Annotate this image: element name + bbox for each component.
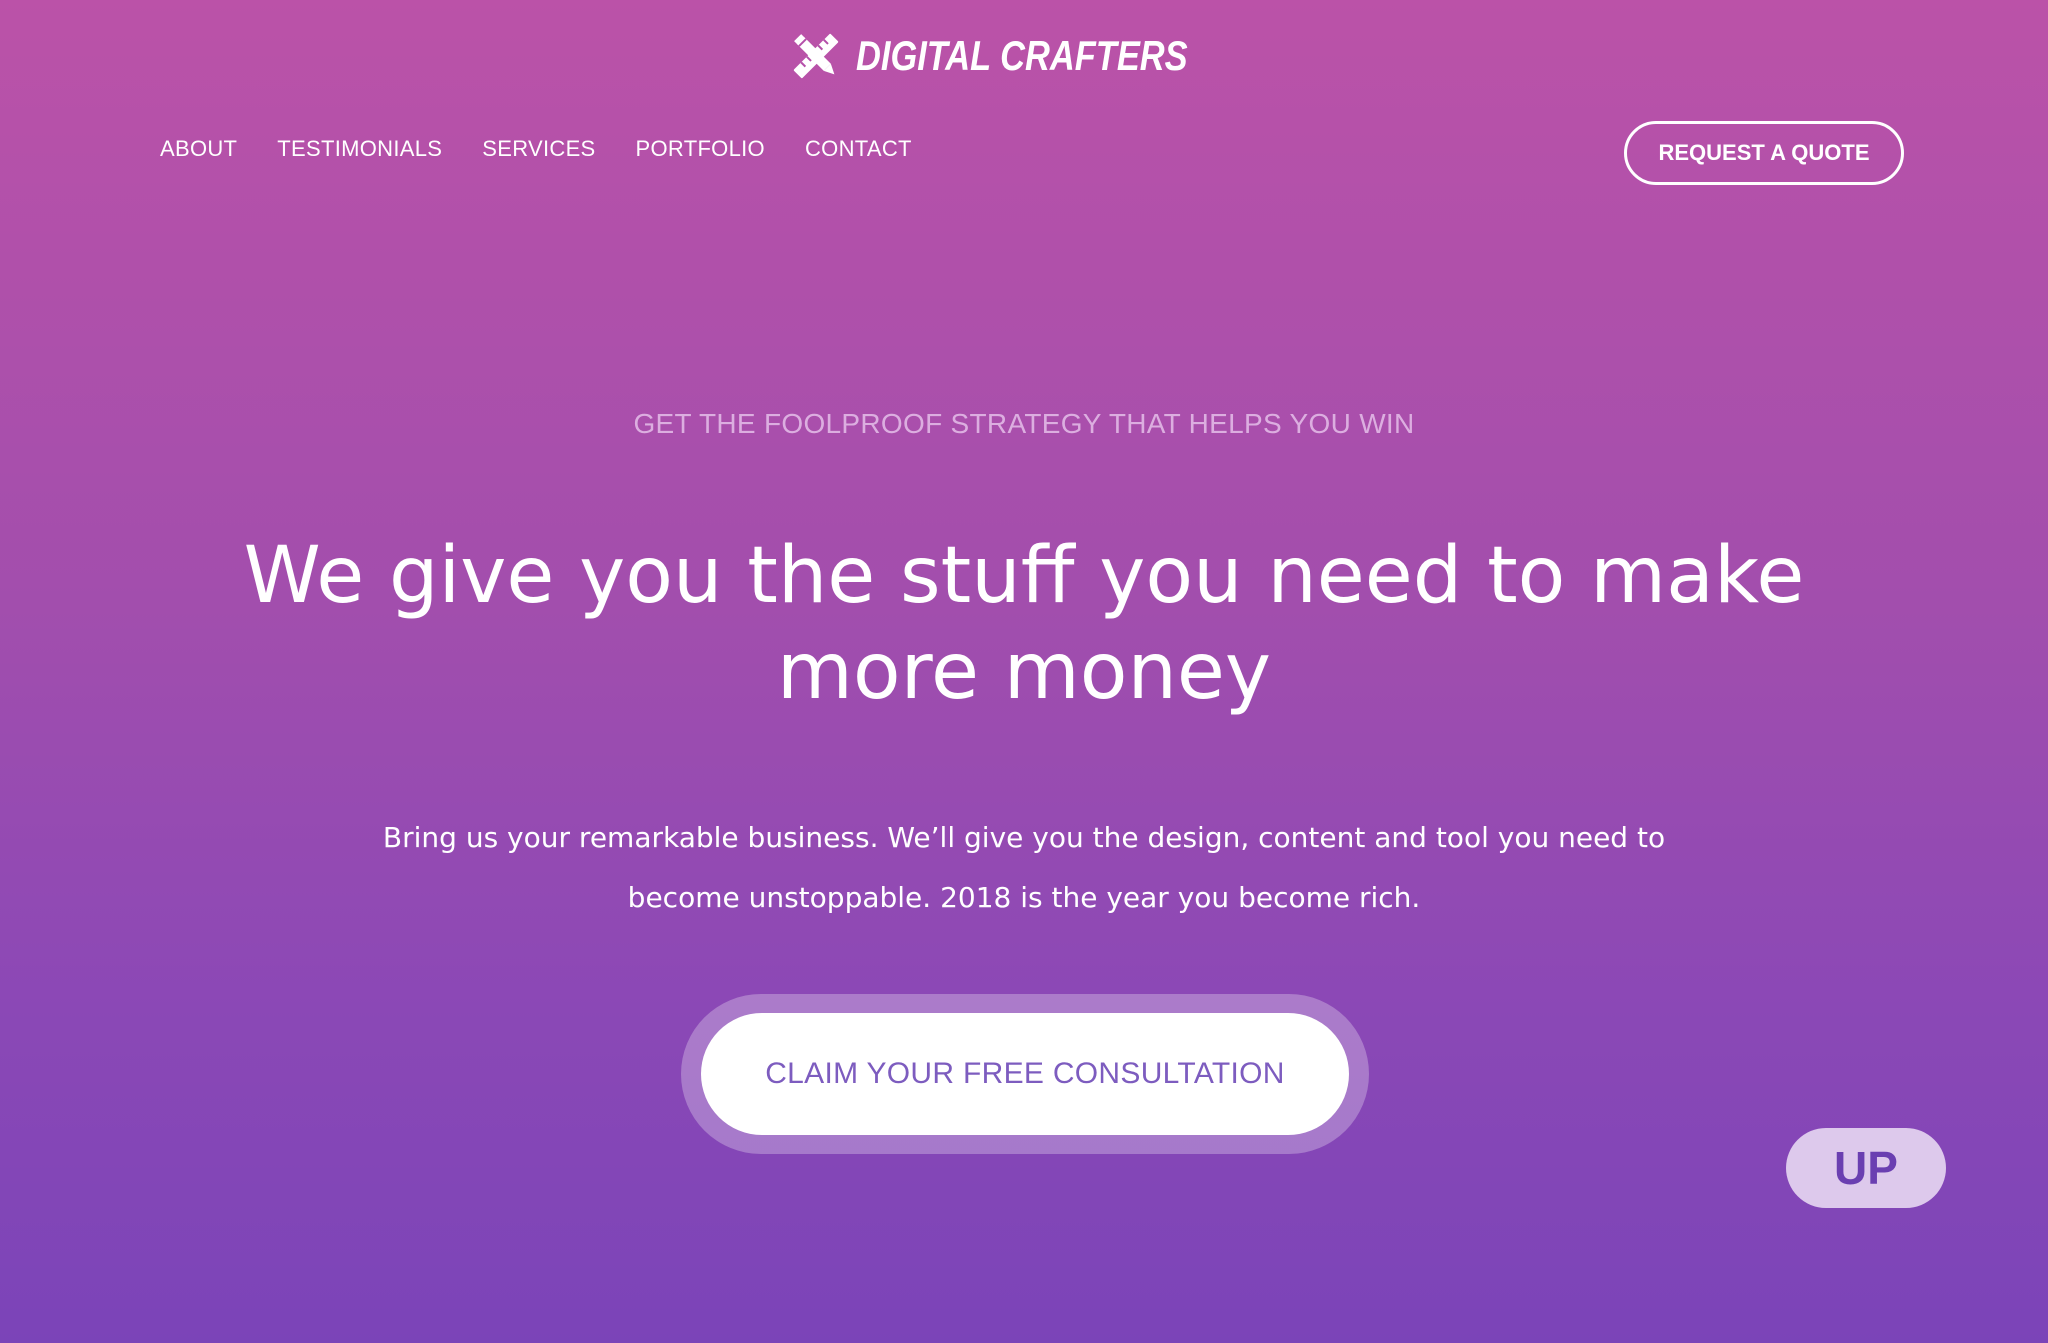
nav-item-contact[interactable]: CONTACT bbox=[805, 136, 912, 162]
landing-page: DIGITAL CRAFTERS ABOUT TESTIMONIALS SERV… bbox=[0, 0, 2048, 1343]
nav-item-about[interactable]: ABOUT bbox=[160, 136, 237, 162]
hero-headline-line-2: more money bbox=[776, 627, 1272, 717]
brand-logo[interactable]: DIGITAL CRAFTERS bbox=[788, 28, 1260, 84]
site-header-logo: DIGITAL CRAFTERS bbox=[0, 28, 2048, 84]
hero-description-line-2: become unstoppable. 2018 is the year you… bbox=[627, 881, 1421, 914]
hero-description-line-1: Bring us your remarkable business. We’ll… bbox=[382, 821, 1666, 854]
hero-description: Bring us your remarkable business. We’ll… bbox=[324, 808, 1724, 928]
hero-headline-line-1: We give you the stuff you need to make bbox=[243, 531, 1805, 621]
request-quote-button[interactable]: REQUEST A QUOTE bbox=[1624, 121, 1904, 185]
nav-item-services[interactable]: SERVICES bbox=[482, 136, 595, 162]
cta-halo: CLAIM YOUR FREE CONSULTATION bbox=[681, 994, 1369, 1154]
main-nav: ABOUT TESTIMONIALS SERVICES PORTFOLIO CO… bbox=[160, 136, 912, 162]
nav-item-portfolio[interactable]: PORTFOLIO bbox=[636, 136, 765, 162]
brand-name: DIGITAL CRAFTERS bbox=[855, 32, 1188, 79]
claim-consultation-button[interactable]: CLAIM YOUR FREE CONSULTATION bbox=[701, 1013, 1349, 1135]
scroll-to-top-button[interactable]: UP bbox=[1786, 1128, 1946, 1208]
hero-headline: We give you the stuff you need to make m… bbox=[174, 528, 1874, 720]
hero-eyebrow: GET THE FOOLPROOF STRATEGY THAT HELPS YO… bbox=[633, 408, 1415, 439]
nav-item-testimonials[interactable]: TESTIMONIALS bbox=[277, 136, 442, 162]
pencil-ruler-crossed-icon bbox=[788, 28, 844, 84]
